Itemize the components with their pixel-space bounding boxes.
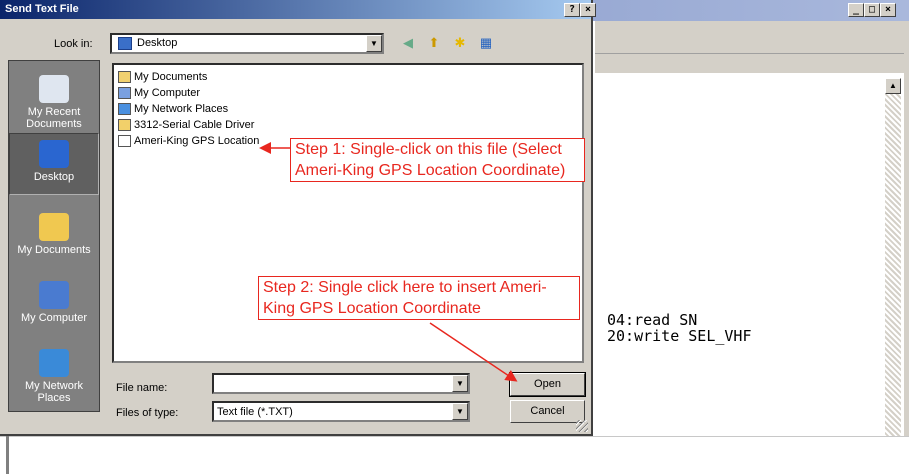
- step1-callout: Step 1: Single-click on this file (Selec…: [290, 138, 585, 182]
- annotation-arrows: [259, 142, 518, 382]
- step2-callout: Step 2: Single click here to insert Amer…: [258, 276, 580, 320]
- step2-arrow: [429, 322, 518, 382]
